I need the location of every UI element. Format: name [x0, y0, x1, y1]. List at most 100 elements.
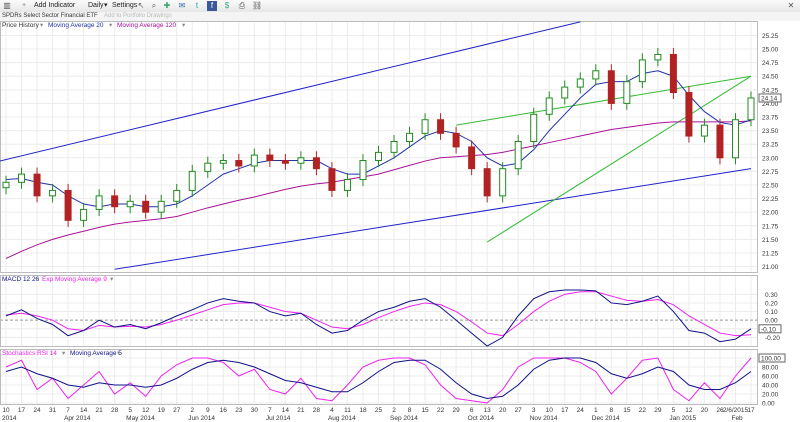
price-y-tick: 22.00 — [762, 210, 779, 217]
legend-ema[interactable]: Exp Moving Average 9 — [42, 275, 107, 284]
print-icon[interactable]: ⎙ — [237, 1, 247, 11]
chevron-down-icon[interactable]: ▾ — [110, 275, 113, 284]
x-tick-label: 21 — [96, 407, 104, 414]
x-tick-label: 8 — [610, 407, 614, 414]
x-tick-label: 22 — [437, 407, 445, 414]
price-y-tick: 23.75 — [762, 115, 779, 122]
x-tick-label: 7 — [268, 407, 272, 414]
candle-body — [80, 208, 88, 221]
stoch-y-tick: 20.00 — [762, 392, 779, 399]
legend-macd[interactable]: MACD 12 26 — [2, 275, 39, 284]
chevron-down-icon[interactable]: ▾ — [117, 349, 120, 358]
x-tick-label: 2 — [392, 407, 396, 414]
macd-y-tick: -0.20 — [765, 335, 780, 342]
y-axes: 25.2525.0024.7524.5024.2524.0023.7523.50… — [758, 33, 786, 408]
candle-body — [235, 160, 243, 167]
price-y-tick: 21.00 — [762, 264, 779, 271]
candle-body — [514, 140, 522, 170]
x-tick-label: 24 — [577, 407, 585, 414]
x-month-label: Jun 2014 — [188, 415, 215, 422]
chevron-down-icon[interactable]: ▾ — [104, 1, 108, 11]
x-tick-label: 11 — [344, 407, 351, 414]
price-y-tick: 21.75 — [762, 223, 779, 230]
chevron-down-icon[interactable]: ▾ — [35, 275, 38, 284]
candle-body — [359, 160, 367, 181]
settings-button[interactable]: Settings — [112, 1, 137, 11]
price-y-tick: 23.25 — [762, 142, 779, 149]
stoch-last-label: 100.00 — [761, 356, 781, 363]
stocktwits-icon[interactable]: $ — [222, 1, 232, 11]
candle-body — [468, 146, 476, 170]
legend-ma120[interactable]: Moving Average 120 — [117, 21, 176, 30]
candle-body — [250, 154, 258, 167]
facebook-icon[interactable]: f — [207, 1, 217, 11]
candle-body — [281, 160, 289, 164]
macd-legend: MACD 12 26 ▾ Exp Moving Average 9 ▾ — [0, 275, 760, 284]
candle-body — [731, 119, 739, 159]
candle-body — [2, 181, 10, 189]
add-indicator-button[interactable]: Add Indicator — [34, 1, 75, 11]
legend-stoch-ma[interactable]: Moving Average 5 — [70, 349, 122, 358]
x-tick-label: 13 — [484, 407, 492, 414]
crosshair-icon[interactable]: ✚ — [162, 1, 172, 11]
candle-body — [390, 140, 398, 153]
x-month-label: May 2014 — [126, 415, 155, 422]
chevron-down-icon[interactable]: ▾ — [182, 21, 185, 30]
faint-links[interactable]: Add to Portfolio Drawings — [104, 12, 172, 21]
chevron-down-icon[interactable]: ▾ — [40, 21, 43, 30]
candle-body — [343, 179, 351, 191]
candle-body — [126, 200, 134, 208]
outer-channel-upper — [0, 21, 581, 162]
close-icon[interactable]: ✕ — [786, 1, 796, 11]
macd-y-tick: 0.00 — [765, 318, 778, 325]
x-tick-label: 10 — [546, 407, 554, 414]
x-tick-label: 23 — [235, 407, 243, 414]
candle-body — [18, 173, 26, 183]
legend-stoch[interactable]: Stochastics RSI 14 — [2, 349, 57, 358]
x-month-label: Oct 2014 — [468, 415, 495, 422]
price-y-tick: 21.50 — [762, 237, 779, 244]
cursor-icon[interactable]: ↖ — [136, 1, 146, 11]
chart-canvas: 25.2525.0024.7524.5024.2524.0023.7523.50… — [0, 21, 786, 422]
twitter-icon[interactable]: t — [192, 1, 202, 11]
x-tick-label: 1 — [594, 407, 598, 414]
email-icon[interactable]: ✉ — [177, 1, 187, 11]
link-icon[interactable]: ⛓ — [252, 1, 262, 11]
price-y-tick: 22.50 — [762, 182, 779, 189]
x-tick-label: 17 — [18, 407, 26, 414]
x-tick-label: 9 — [206, 407, 210, 414]
price-legend: Price History ▾ Moving Average 20 ▾ Movi… — [0, 21, 760, 30]
x-month-label: Feb — [731, 415, 743, 422]
x-tick-label: 25 — [375, 407, 383, 414]
price-y-tick: 23.50 — [762, 128, 779, 135]
search-icon[interactable]: ⌕ — [149, 1, 159, 11]
x-tick-label: 16 — [220, 407, 228, 414]
period-dropdown[interactable]: Daily — [88, 1, 104, 11]
x-tick-label: 4 — [330, 407, 334, 414]
x-tick-label: 22 — [639, 407, 647, 414]
x-month-label: Nov 2014 — [530, 415, 558, 422]
candle-body — [592, 70, 600, 80]
candle-body — [375, 151, 382, 162]
x-tick-label: 17 — [747, 407, 755, 414]
legend-price-history[interactable]: Price History — [2, 21, 39, 30]
legend-ma20[interactable]: Moving Average 20 — [48, 21, 104, 30]
candle-body — [576, 78, 584, 88]
stoch-y-tick: 80.00 — [762, 365, 779, 372]
x-tick-label: 27 — [173, 407, 181, 414]
candle-body — [747, 97, 755, 121]
chevron-down-icon[interactable]: ▾ — [109, 21, 112, 30]
price-y-tick: 22.75 — [762, 169, 779, 176]
x-tick-label: 2/6/2015 — [723, 407, 749, 414]
candle-body — [312, 157, 320, 170]
price-y-tick: 24.25 — [762, 87, 779, 94]
price-y-tick: 24.50 — [762, 74, 779, 81]
x-tick-label: 28 — [313, 407, 321, 414]
x-tick-label: 3 — [532, 407, 536, 414]
chart-type-icon[interactable]: ▥ — [2, 1, 12, 11]
chart-title: SPDRs Select Sector Financial ETF — [2, 13, 98, 19]
price-y-tick: 24.75 — [762, 60, 779, 67]
macd-last-label: -0.10 — [761, 326, 776, 333]
candle-body — [266, 154, 274, 162]
chevron-down-icon[interactable]: ▾ — [62, 349, 65, 358]
